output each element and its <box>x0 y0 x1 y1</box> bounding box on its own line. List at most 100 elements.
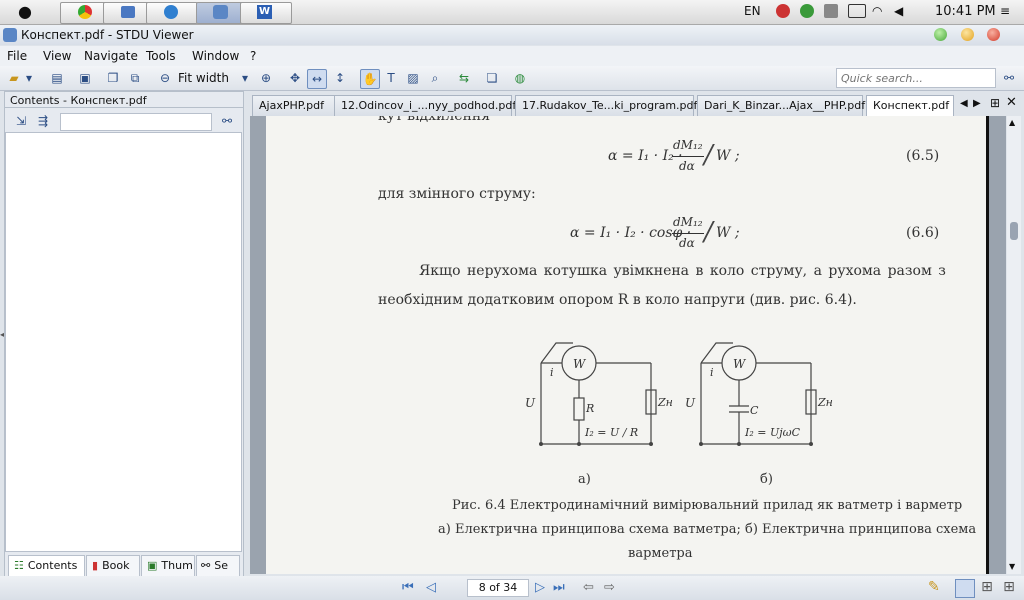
history-forward-icon[interactable]: ⇨ <box>604 580 615 595</box>
tab-scroll-left-icon[interactable]: ◀ <box>960 98 968 109</box>
menu-tools[interactable]: Tools <box>146 49 176 63</box>
close-button[interactable] <box>987 28 1000 41</box>
tab-list-icon[interactable]: ⊞ <box>990 96 1000 110</box>
quick-search-input[interactable] <box>836 68 996 88</box>
panel-collapse-icon[interactable]: ◂ <box>0 330 4 339</box>
main-toolbar: ▰ ▾ ▤ ▣ ❐ ⧉ ⊖ Fit width ▾ ⊕ ✥ ↔ ↕ ✋ T ▨ … <box>0 66 1024 91</box>
input-language[interactable]: EN <box>744 4 761 18</box>
clock[interactable]: 10:41 PM <box>935 4 996 19</box>
tab-search[interactable]: ⚯ Se <box>196 555 240 577</box>
bookmark-icon: ▮ <box>92 559 99 572</box>
tab-scroll-right-icon[interactable]: ▶ <box>973 98 981 109</box>
single-page-view-icon[interactable] <box>955 579 975 598</box>
print-icon[interactable]: ▤ <box>48 69 66 87</box>
multi-page-view-icon[interactable]: ⊞ <box>1000 579 1018 596</box>
vertical-scrollbar[interactable]: ▲ ▼ <box>1007 116 1021 574</box>
last-page-icon[interactable]: ⏭ <box>553 580 565 595</box>
tab-bookmarks[interactable]: ▮ Book <box>86 555 140 577</box>
fig-a-R: R <box>586 402 595 415</box>
eq1-fraction-bar <box>672 156 704 157</box>
eq2-slash: / <box>704 217 713 247</box>
menu-help[interactable]: ? <box>250 49 256 63</box>
doc-tab-rudakov[interactable]: 17.Rudakov_Te...ki_program.pdf <box>515 95 697 116</box>
divider <box>5 107 243 108</box>
previous-page-icon[interactable]: ◁ <box>426 580 436 595</box>
page-setup-icon[interactable]: ⧉ <box>126 69 144 87</box>
scroll-down-icon[interactable]: ▼ <box>1009 562 1015 571</box>
image-icon[interactable]: ▣ <box>76 69 94 87</box>
doc-tab-konspekt[interactable]: Конспект.pdf <box>866 95 954 117</box>
open-dropdown-icon[interactable]: ▾ <box>24 69 34 87</box>
two-page-view-icon[interactable]: ⊞ <box>978 579 996 596</box>
zoom-out-icon[interactable]: ⊖ <box>156 69 174 87</box>
window-titlebar: Конспект.pdf - STDU Viewer <box>0 25 1024 45</box>
menu-view[interactable]: View <box>43 49 71 63</box>
next-page-icon[interactable]: ▷ <box>535 580 545 595</box>
tab-contents[interactable]: ☷ Contents <box>8 555 85 577</box>
copy-page-icon[interactable]: ❐ <box>104 69 122 87</box>
minimize-button[interactable] <box>934 28 947 41</box>
page-number-field[interactable]: 8 of 34 <box>467 579 529 597</box>
select-text-icon[interactable]: T <box>382 69 400 87</box>
open-folder-icon[interactable]: ▰ <box>5 69 23 87</box>
wifi-icon[interactable]: ◠ <box>872 4 882 18</box>
swap-pages-icon[interactable]: ⇆ <box>455 69 473 87</box>
zoom-dropdown-icon[interactable]: ▾ <box>240 69 250 87</box>
history-back-icon[interactable]: ⇦ <box>583 580 594 595</box>
fit-page-icon[interactable]: ✥ <box>286 69 304 87</box>
contents-search-input[interactable] <box>60 113 212 131</box>
hand-tool-icon[interactable]: ✋ <box>360 69 380 89</box>
eq2-numerator: dM₁₂ <box>673 215 703 229</box>
magnifier-icon[interactable]: ⌕ <box>426 69 444 87</box>
doc-tab-ajaxphp[interactable]: AjaxPHP.pdf <box>252 95 338 116</box>
window-title: Конспект.pdf - STDU Viewer <box>21 28 194 42</box>
fig-b-i: i <box>710 366 714 379</box>
menu-window[interactable]: Window <box>192 49 239 63</box>
fig-b-Zn: Zн <box>818 396 833 409</box>
menu-navigate[interactable]: Navigate <box>84 49 138 63</box>
thumbnails-icon[interactable]: ❏ <box>483 69 501 87</box>
itunes-taskbar-button[interactable] <box>146 2 198 24</box>
doc-tab-binzar[interactable]: Dari_K_Binzar...Ajax__PHP.pdf <box>697 95 865 116</box>
tab-thumbnails[interactable]: ▣ Thum <box>141 555 195 577</box>
search-tab-icon: ⚯ <box>201 559 211 572</box>
select-image-icon[interactable]: ▨ <box>404 69 422 87</box>
globe-icon[interactable]: ◍ <box>511 69 529 87</box>
network-disconnected-icon[interactable] <box>824 4 838 18</box>
menu-list-icon[interactable]: ≡ <box>1000 4 1010 18</box>
first-page-icon[interactable]: ⏮ <box>402 580 414 595</box>
status-icon[interactable] <box>800 4 814 18</box>
fig-b-label: б) <box>760 472 773 487</box>
fig-a-U: U <box>525 396 536 410</box>
fig-b-W: W <box>733 357 746 371</box>
fit-width-icon[interactable]: ↔ <box>307 69 327 89</box>
scroll-up-icon[interactable]: ▲ <box>1009 118 1015 127</box>
fig-a-I2: I₂ = U / R <box>585 426 639 439</box>
menu-file[interactable]: File <box>7 49 27 63</box>
zoom-mode-select[interactable]: Fit width <box>178 71 248 85</box>
contents-panel-title: Contents - Конспект.pdf <box>10 94 147 107</box>
maximize-button[interactable] <box>961 28 974 41</box>
app-icon <box>3 28 17 42</box>
fit-height-icon[interactable]: ↕ <box>331 69 349 87</box>
annotation-tool-icon[interactable]: ✎ <box>928 579 940 595</box>
add-bookmark-icon[interactable]: ⇲ <box>12 112 30 130</box>
pdf-page[interactable]: кут відхилення α = I₁ · I₂ · dM₁₂ dα / W… <box>266 116 989 574</box>
eq2-right: W ; <box>716 225 740 241</box>
close-tab-icon[interactable]: ✕ <box>1006 95 1017 110</box>
binoculars-icon[interactable]: ⚯ <box>1000 69 1018 87</box>
apple-icon[interactable]: ● <box>18 2 32 21</box>
contents-search-icon[interactable]: ⚯ <box>218 112 236 130</box>
eq1-right: W ; <box>716 148 740 164</box>
doc-tab-odincov[interactable]: 12.Odincov_i_...nyy_podhod.pdf <box>334 95 516 116</box>
fig-a-label: а) <box>578 472 591 487</box>
system-menubar: ● W EN ◠ ◀ 10:41 PM ≡ <box>0 0 1024 25</box>
battery-icon[interactable] <box>848 4 866 18</box>
expand-tree-icon[interactable]: ⇶ <box>34 112 52 130</box>
contents-tree[interactable] <box>5 132 242 552</box>
word-taskbar-button[interactable]: W <box>240 2 292 24</box>
scrollbar-thumb[interactable] <box>1010 222 1018 240</box>
volume-icon[interactable]: ◀ <box>894 4 903 18</box>
power-icon[interactable] <box>776 4 790 18</box>
zoom-in-icon[interactable]: ⊕ <box>257 69 275 87</box>
